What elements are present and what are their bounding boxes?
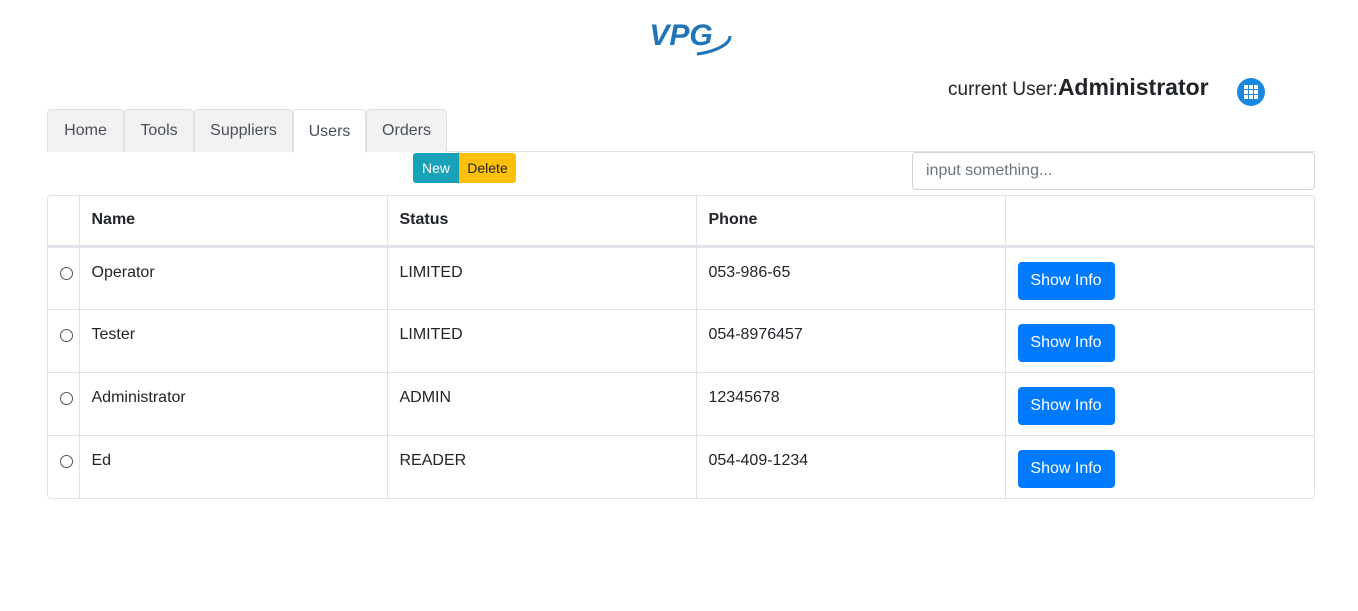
- cell-name: Ed: [79, 434, 388, 498]
- new-button[interactable]: New: [413, 153, 459, 183]
- tab-label: Suppliers: [210, 122, 277, 139]
- cell-name: Tester: [79, 308, 388, 372]
- cell-status: ADMIN: [387, 371, 697, 435]
- show-info-button[interactable]: Show Info: [1017, 323, 1115, 362]
- row-select-radio[interactable]: [60, 328, 73, 342]
- tab-label: Orders: [382, 122, 431, 139]
- show-info-button[interactable]: Show Info: [1017, 449, 1115, 488]
- row-select-radio[interactable]: [60, 454, 73, 468]
- row-select-radio[interactable]: [60, 266, 73, 280]
- delete-button[interactable]: Delete: [459, 153, 516, 183]
- table-row: Operator LIMITED 053-986-65 Show Info: [48, 246, 1314, 309]
- column-header-phone: Phone: [696, 196, 1006, 248]
- show-info-button[interactable]: Show Info: [1017, 261, 1115, 300]
- tab-label: Tools: [140, 122, 178, 139]
- column-header-name: Name: [79, 196, 388, 248]
- row-select-radio[interactable]: [60, 391, 73, 405]
- tab-suppliers[interactable]: Suppliers: [194, 109, 293, 152]
- cell-phone: 053-986-65: [696, 246, 1006, 309]
- apps-button[interactable]: [1237, 78, 1265, 106]
- current-user: current User: Administrator: [948, 74, 1209, 106]
- column-header-status: Status: [387, 196, 697, 248]
- cell-phone: 054-8976457: [696, 308, 1006, 372]
- search-input[interactable]: [912, 152, 1315, 190]
- cell-status: READER: [387, 434, 697, 498]
- table-row: Tester LIMITED 054-8976457 Show Info: [48, 308, 1314, 372]
- cell-status: LIMITED: [387, 246, 697, 309]
- column-header-action: [1005, 196, 1314, 248]
- cell-name: Operator: [79, 246, 388, 309]
- nav-tabs: Home Tools Suppliers Users Orders: [47, 109, 1315, 153]
- vpg-logo: VPG: [629, 12, 733, 60]
- tab-users[interactable]: Users: [293, 109, 366, 153]
- logo-text: VPG: [649, 19, 712, 52]
- select-column-header: [48, 196, 80, 248]
- tab-home[interactable]: Home: [47, 109, 124, 152]
- users-table: Name Status Phone Operator LIMITED 053-9…: [47, 195, 1315, 499]
- cell-status: LIMITED: [387, 308, 697, 372]
- cell-name: Administrator: [79, 371, 388, 435]
- tab-tools[interactable]: Tools: [124, 109, 194, 152]
- table-row: Administrator ADMIN 12345678 Show Info: [48, 371, 1314, 435]
- cell-phone: 12345678: [696, 371, 1006, 435]
- grid-icon: [1244, 85, 1258, 99]
- current-user-label: current User:: [948, 79, 1058, 100]
- tab-label: Home: [64, 122, 107, 139]
- show-info-button[interactable]: Show Info: [1017, 386, 1115, 425]
- tab-orders[interactable]: Orders: [366, 109, 447, 152]
- cell-phone: 054-409-1234: [696, 434, 1006, 498]
- tab-label: Users: [308, 122, 351, 140]
- current-user-name: Administrator: [1057, 74, 1209, 100]
- table-header-row: Name Status Phone: [48, 196, 1314, 248]
- table-row: Ed READER 054-409-1234 Show Info: [48, 434, 1314, 498]
